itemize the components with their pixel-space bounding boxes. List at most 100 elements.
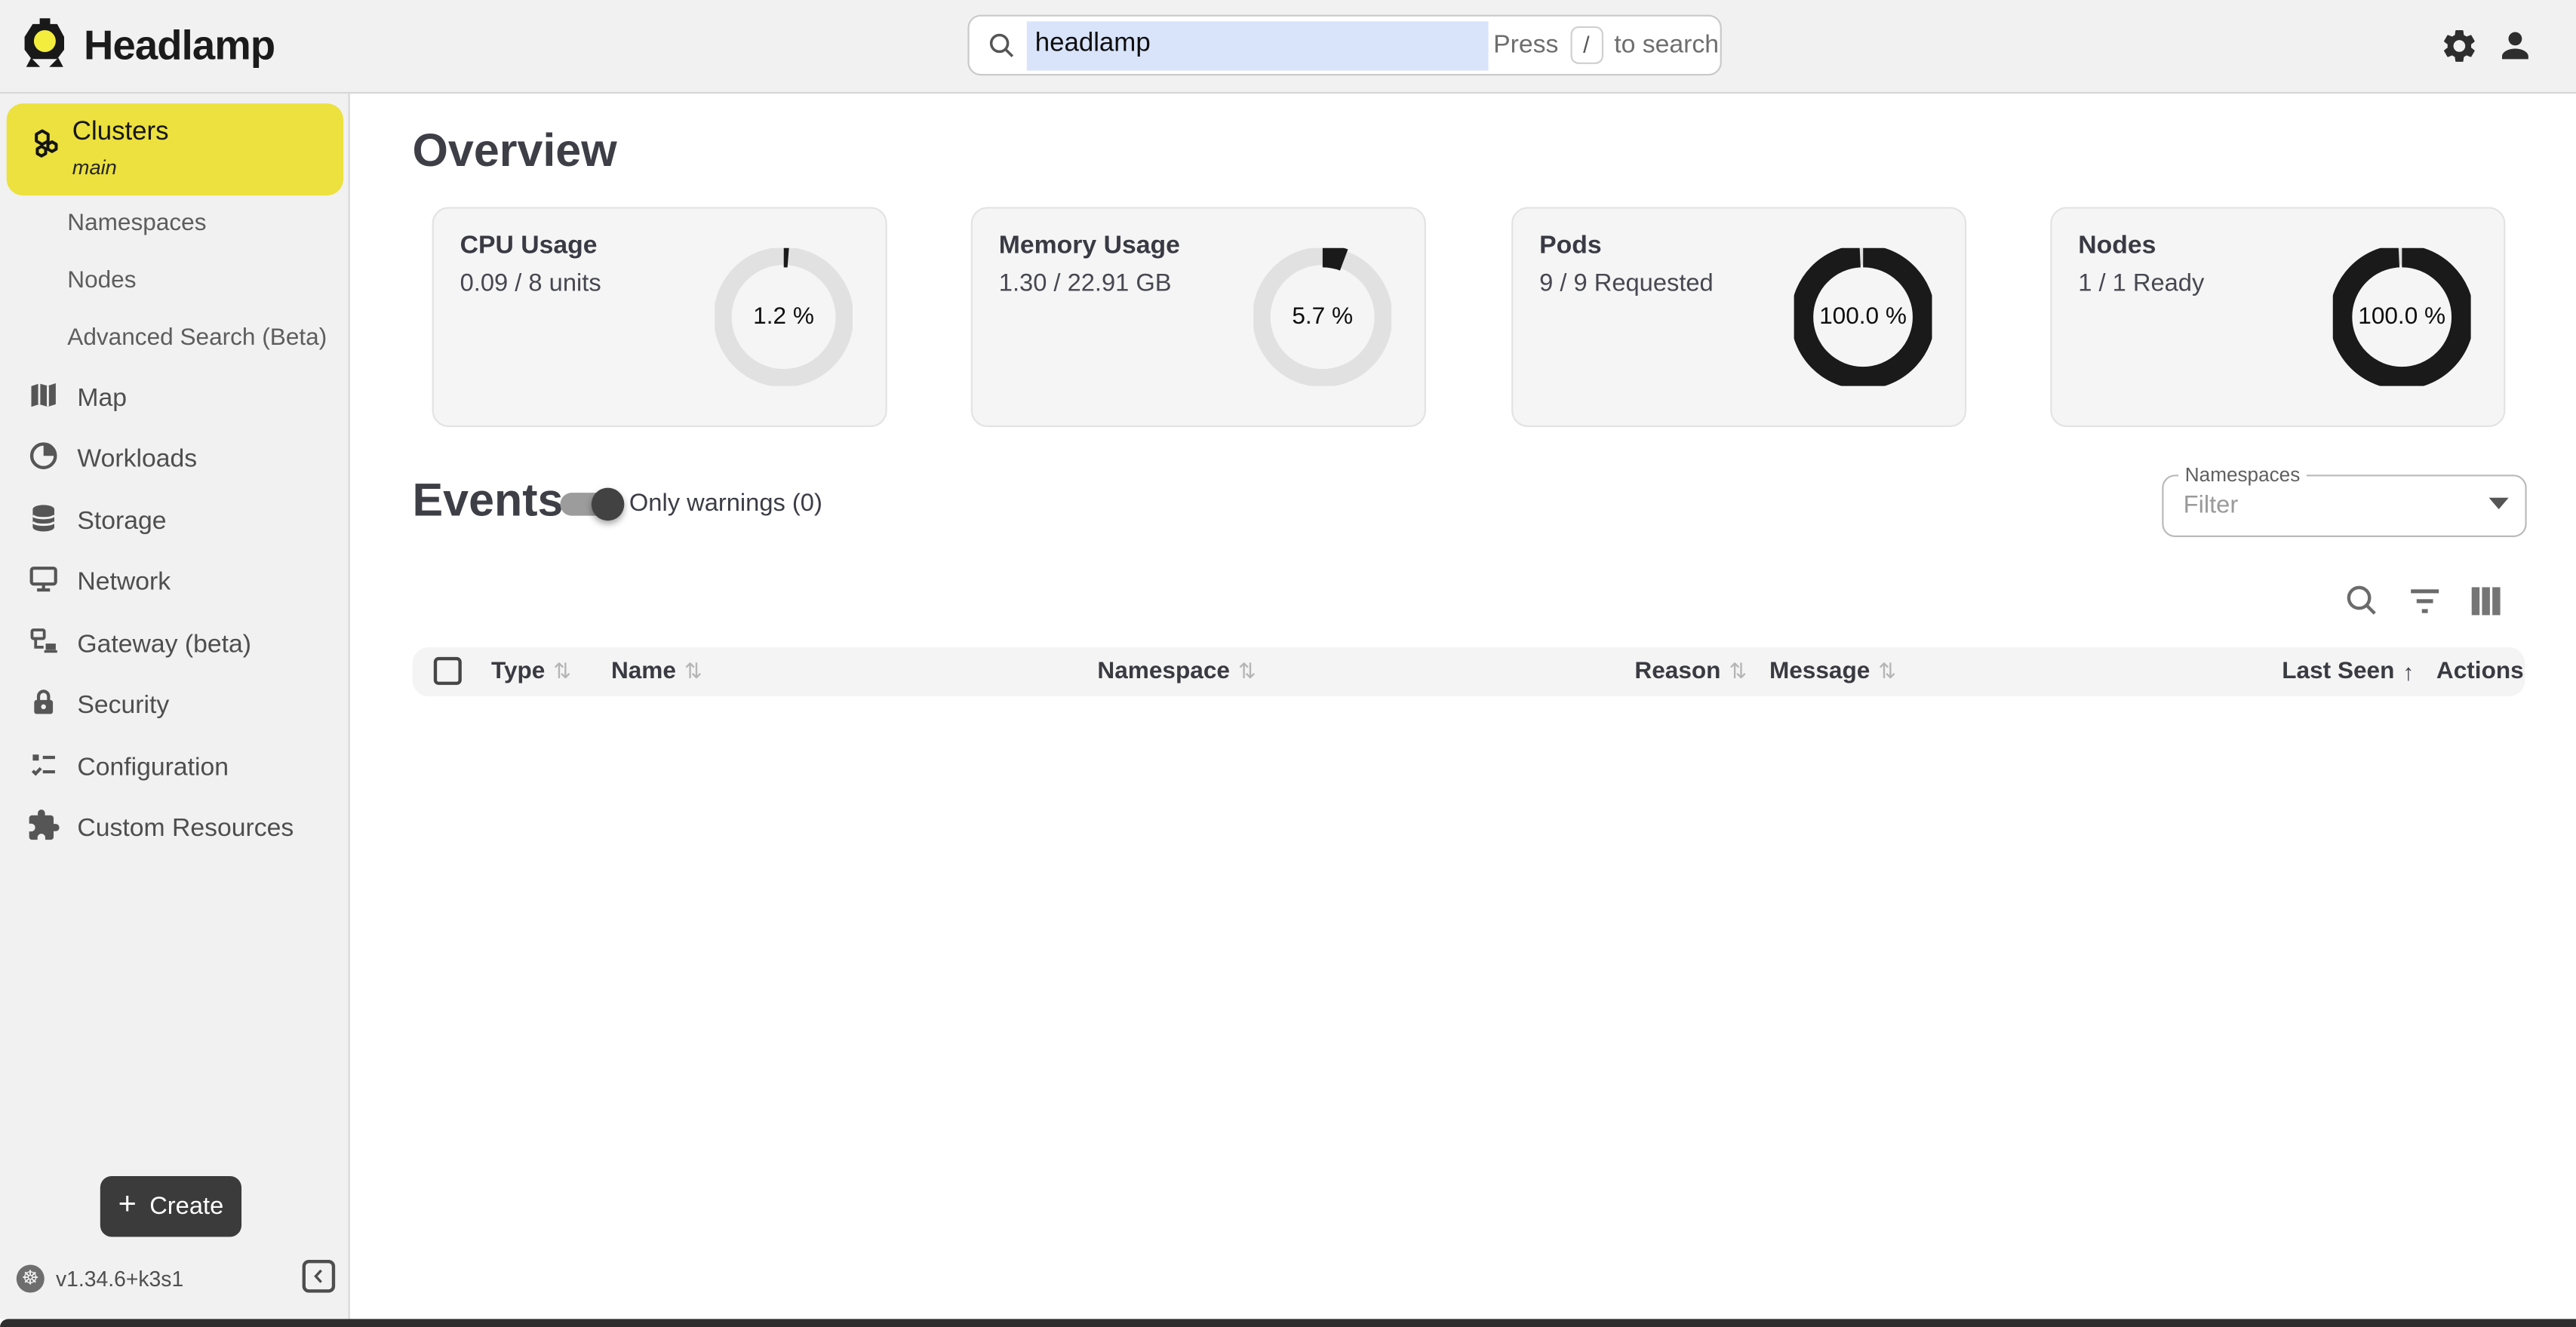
- toggle-thumb: [592, 488, 625, 521]
- column-label: Actions: [2436, 659, 2524, 685]
- nodes-donut-chart: 100.0 %: [2333, 248, 2471, 386]
- sidebar-item-gateway[interactable]: Gateway (beta): [26, 624, 251, 667]
- donut-percent-label: 5.7 %: [1253, 248, 1391, 386]
- namespaces-filter-label: Namespaces: [2178, 463, 2307, 486]
- memory-usage-donut-chart: 5.7 %: [1253, 248, 1391, 386]
- sidebar-item-security[interactable]: Security: [26, 685, 169, 728]
- map-icon: [26, 378, 61, 421]
- app-title: Headlamp: [84, 23, 275, 70]
- gateway-devices-icon: [26, 624, 61, 667]
- memory-usage-card: Memory Usage 1.30 / 22.91 GB 5.7 %: [971, 207, 1426, 427]
- user-account-icon[interactable]: [2495, 26, 2535, 66]
- sidebar-item-network[interactable]: Network: [26, 562, 171, 605]
- card-subtitle: 0.09 / 8 units: [460, 269, 601, 297]
- sidebar-item-label: Custom Resources: [77, 815, 294, 844]
- sidebar-item-storage[interactable]: Storage: [26, 501, 167, 544]
- sidebar-item-configuration[interactable]: Configuration: [26, 748, 229, 791]
- headlamp-lamp-icon: [17, 15, 72, 79]
- version-text: v1.34.6+k3s1: [56, 1267, 183, 1292]
- hint-press-text: Press: [1493, 30, 1558, 60]
- sidebar-item-clusters[interactable]: Clusters main: [7, 103, 343, 195]
- namespaces-filter-placeholder: Filter: [2184, 491, 2239, 519]
- pods-card: Pods 9 / 9 Requested 100.0 %: [1511, 207, 1966, 427]
- sidebar-item-map[interactable]: Map: [26, 378, 127, 421]
- headlamp-app-window: Headlamp headlamp Press / to search: [0, 0, 2576, 1327]
- search-query-text: headlamp: [1035, 29, 1151, 59]
- column-header-message[interactable]: Message ⇅: [1769, 647, 1896, 696]
- sidebar-item-advanced-search[interactable]: Advanced Search (Beta): [67, 325, 327, 352]
- column-header-reason[interactable]: Reason ⇅: [1634, 647, 1747, 696]
- configuration-checklist-icon: [26, 748, 61, 791]
- sidebar-item-label: Network: [77, 568, 171, 597]
- sidebar-item-label: Gateway (beta): [77, 631, 251, 660]
- donut-percent-label: 100.0 %: [2333, 248, 2471, 386]
- top-bar: Headlamp headlamp Press / to search: [0, 0, 2576, 94]
- cpu-usage-donut-chart: 1.2 %: [715, 248, 853, 386]
- only-warnings-toggle[interactable]: [560, 493, 617, 515]
- search-icon: [988, 31, 1017, 69]
- card-subtitle: 1.30 / 22.91 GB: [999, 269, 1172, 297]
- search-shortcut-hint: Press / to search: [1493, 17, 1719, 74]
- select-all-checkbox[interactable]: [434, 657, 462, 685]
- card-title: Memory Usage: [999, 232, 1180, 261]
- create-button[interactable]: + Create: [100, 1176, 241, 1237]
- column-header-name[interactable]: Name ⇅: [611, 647, 702, 696]
- sort-icon: ⇅: [1729, 659, 1747, 685]
- nodes-card: Nodes 1 / 1 Ready 100.0 %: [2050, 207, 2505, 427]
- chevron-down-icon: [2489, 498, 2509, 509]
- sidebar-item-custom-resources[interactable]: Custom Resources: [26, 808, 294, 851]
- namespaces-filter-select[interactable]: Namespaces Filter: [2162, 475, 2526, 537]
- sidebar-item-label: Clusters: [72, 118, 169, 148]
- sidebar-collapse-button[interactable]: [303, 1260, 336, 1293]
- bottom-edge-bar: [0, 1319, 2576, 1327]
- sidebar-item-label: Security: [77, 692, 169, 721]
- events-section-title: Events: [412, 475, 563, 527]
- current-cluster-name: main: [72, 156, 117, 179]
- column-header-type[interactable]: Type ⇅: [491, 647, 571, 696]
- storage-database-icon: [26, 501, 61, 544]
- security-lock-icon: [26, 685, 61, 728]
- global-search-input[interactable]: headlamp Press / to search: [967, 15, 1721, 76]
- column-label: Namespace: [1097, 659, 1230, 685]
- events-table-header: Type ⇅ Name ⇅ Namespace ⇅ Reason ⇅ Messa…: [412, 647, 2525, 696]
- card-title: Pods: [1539, 232, 1602, 261]
- table-columns-icon[interactable]: [2466, 582, 2505, 621]
- sidebar-item-nodes[interactable]: Nodes: [67, 268, 136, 294]
- sidebar-item-namespaces[interactable]: Namespaces: [67, 210, 206, 237]
- sort-icon: ⇅: [553, 659, 571, 685]
- table-search-icon[interactable]: [2343, 582, 2382, 621]
- column-label: Type: [491, 659, 545, 685]
- sidebar-item-workloads[interactable]: Workloads: [26, 438, 197, 481]
- sort-icon: ⇅: [684, 659, 702, 685]
- sidebar-item-label: Storage: [77, 508, 166, 537]
- headlamp-logo[interactable]: Headlamp: [17, 15, 275, 79]
- main-content: Overview CPU Usage 0.09 / 8 units 1.2 % …: [352, 94, 2576, 1319]
- sort-icon: ⇅: [1878, 659, 1896, 685]
- sort-ascending-icon: ↑: [2402, 659, 2414, 685]
- donut-percent-label: 100.0 %: [1794, 248, 1932, 386]
- column-header-actions: Actions: [2436, 647, 2524, 696]
- page-title: Overview: [412, 124, 616, 177]
- kubernetes-icon: ☸: [17, 1265, 45, 1293]
- card-subtitle: 9 / 9 Requested: [1539, 269, 1714, 297]
- create-button-label: Create: [149, 1193, 223, 1221]
- workloads-icon: [26, 438, 61, 481]
- sidebar-item-label: Workloads: [77, 445, 197, 475]
- card-title: CPU Usage: [460, 232, 598, 261]
- column-header-namespace[interactable]: Namespace ⇅: [1097, 647, 1256, 696]
- sort-icon: ⇅: [1238, 659, 1256, 685]
- slash-keycap: /: [1570, 26, 1603, 64]
- sidebar-item-label: Map: [77, 384, 127, 413]
- settings-gear-icon[interactable]: [2439, 26, 2479, 66]
- sidebar: Clusters main Namespaces Nodes Advanced …: [0, 94, 350, 1319]
- column-label: Last Seen: [2282, 659, 2394, 685]
- cpu-usage-card: CPU Usage 0.09 / 8 units 1.2 %: [432, 207, 887, 427]
- custom-resources-puzzle-icon: [26, 808, 61, 851]
- plus-icon: +: [118, 1189, 137, 1220]
- donut-percent-label: 1.2 %: [715, 248, 853, 386]
- column-header-last-seen[interactable]: Last Seen ↑: [2282, 647, 2414, 696]
- hint-suffix-text: to search: [1614, 30, 1719, 60]
- cluster-version: ☸ v1.34.6+k3s1: [17, 1265, 183, 1293]
- table-filter-icon[interactable]: [2405, 582, 2445, 621]
- sidebar-item-label: Configuration: [77, 754, 229, 783]
